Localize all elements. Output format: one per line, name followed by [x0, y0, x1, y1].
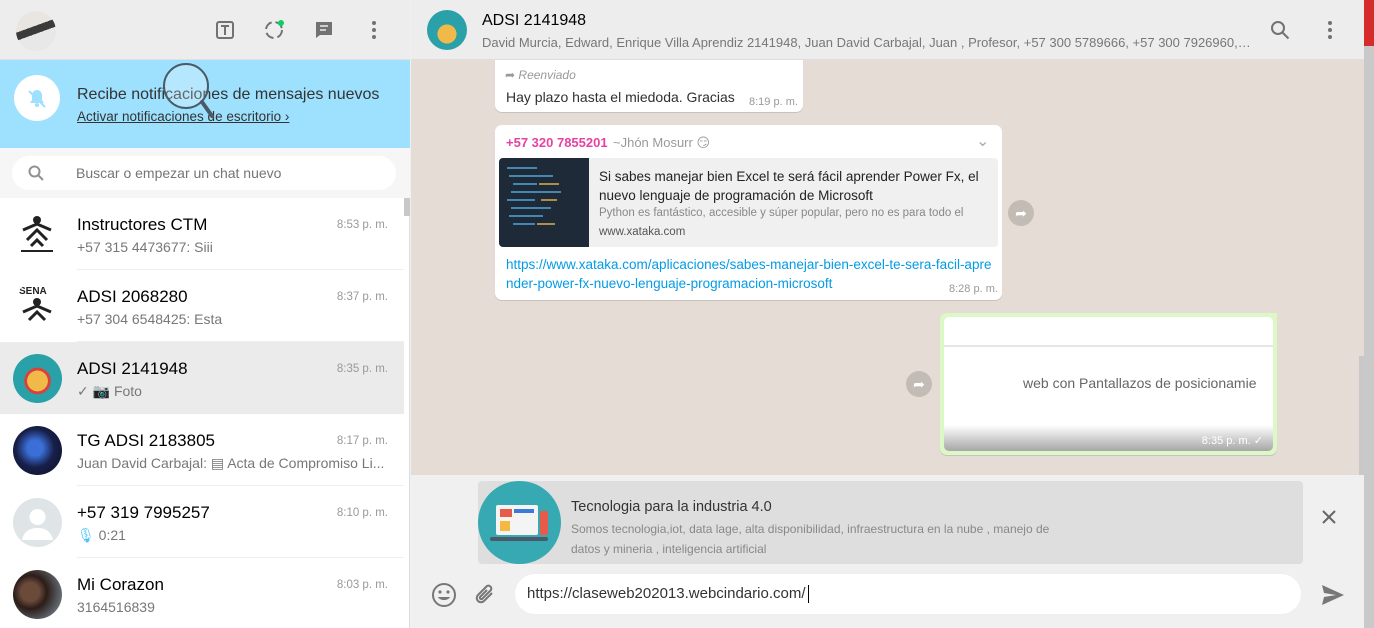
microphone-icon: 🎙 — [77, 527, 95, 543]
notification-banner: Recibe notificaciones de mensajes nuevos… — [0, 60, 410, 148]
chat-preview: +57 315 4473677: Siii — [77, 239, 213, 255]
chat-time: 8:53 p. m. — [336, 219, 388, 231]
conversation-title: ADSI 2141948 — [482, 12, 587, 29]
link-preview-thumbnail — [499, 158, 589, 247]
svg-text:SENA: SENA — [19, 286, 47, 297]
image-caption-text: web con Pantallazos de posicionamie — [1023, 375, 1257, 391]
chat-time: 8:17 p. m. — [336, 435, 388, 447]
chat-name: TG ADSI 2183805 — [77, 431, 215, 450]
sena-logo-avatar — [13, 210, 62, 259]
window-edge — [1364, 0, 1374, 628]
group-avatar — [13, 426, 62, 475]
forwarded-label: ➦ Reenviado — [505, 68, 576, 82]
sidebar: Recibe notificaciones de mensajes nuevos… — [0, 0, 410, 628]
search-bar — [0, 148, 410, 198]
conversation-panel: ADSI 2141948 David Murcia, Edward, Enriq… — [411, 0, 1364, 628]
menu-icon[interactable] — [362, 18, 386, 42]
chat-preview: 🎙 0:21 — [77, 527, 126, 543]
check-icon: ✓ — [1253, 435, 1263, 447]
chat-list: Instructores CTM 8:53 p. m. +57 315 4473… — [0, 198, 404, 628]
message-bubble[interactable]: +57 320 7855201 ~Jhón Mosurr 😏 ⌄ Si sabe… — [495, 125, 1002, 300]
chat-item-instructores-ctm[interactable]: Instructores CTM 8:53 p. m. +57 315 4473… — [0, 198, 404, 270]
sena-logo-avatar: SENA — [13, 282, 62, 331]
group-avatar — [13, 354, 62, 403]
search-messages-icon[interactable] — [1268, 18, 1292, 42]
chevron-right-icon: › — [284, 109, 290, 124]
notification-title: Recibe notificaciones de mensajes nuevos — [77, 86, 380, 103]
chat-time: 8:10 p. m. — [336, 507, 388, 519]
enable-notifications-link[interactable]: Activar notificaciones de escritorio › — [77, 109, 289, 124]
search-icon — [28, 165, 44, 181]
message-time: 8:28 p. m. — [949, 283, 998, 295]
conversation-menu-icon[interactable] — [1318, 18, 1342, 42]
chat-item-mi-corazon[interactable]: Mi Corazon 8:03 p. m. 3164516839 — [0, 558, 404, 628]
chat-name: Instructores CTM — [77, 215, 208, 234]
profile-avatar[interactable] — [16, 11, 56, 51]
message-composer: https://claseweb202013.webcindario.com/ — [411, 568, 1364, 628]
sidebar-header — [0, 0, 410, 60]
chat-item-adsi-2141948[interactable]: ADSI 2141948 8:35 p. m. ✓ 📷 Foto — [0, 342, 404, 414]
chat-name: Mi Corazon — [77, 575, 164, 594]
link-preview-description: Python es fantástico, accesible y súper … — [599, 207, 964, 219]
message-time: 8:35 p. m. ✓ — [1201, 435, 1263, 447]
chat-name: ADSI 2068280 — [77, 287, 188, 306]
chat-name: ADSI 2141948 — [77, 359, 188, 378]
emoji-icon[interactable] — [431, 582, 457, 613]
message-text: Hay plazo hasta el miedoda. Gracias — [506, 89, 735, 105]
message-bubble[interactable]: ➦ Reenviado Hay plazo hasta el miedoda. … — [495, 60, 803, 112]
chat-preview: 3164516839 — [77, 599, 155, 615]
chat-time: 8:35 p. m. — [336, 363, 388, 375]
link-preview[interactable]: Tecnologia para la industria 4.0 Somos t… — [478, 481, 1303, 564]
preview-description: Somos tecnologia,iot, data lage, alta di… — [571, 522, 1050, 556]
chat-preview: +57 304 6548425: Esta — [77, 311, 223, 327]
link-preview-composer: Tecnologia para la industria 4.0 Somos t… — [411, 475, 1364, 568]
chat-time: 8:03 p. m. — [336, 579, 388, 591]
link-preview-card[interactable]: Si sabes manejar bien Excel te será fáci… — [499, 158, 998, 247]
chat-name: +57 319 7995257 — [77, 503, 210, 522]
sidebar-scrollbar[interactable] — [404, 198, 410, 216]
conversation-members: David Murcia, Edward, Enrique Villa Apre… — [482, 35, 1252, 50]
chat-item-phone-3197995257[interactable]: +57 319 7995257 8:10 p. m. 🎙 0:21 — [0, 486, 404, 558]
send-icon[interactable] — [1321, 584, 1345, 611]
message-input[interactable]: https://claseweb202013.webcindario.com/ — [515, 574, 1301, 614]
forward-arrow-icon: ➦ — [505, 68, 516, 82]
message-time: 8:19 p. m. — [749, 96, 798, 108]
link-preview-domain: www.xataka.com — [599, 226, 686, 238]
smirk-emoji-icon: 😏 — [696, 135, 711, 150]
default-user-avatar — [13, 498, 62, 547]
group-avatar[interactable] — [427, 10, 467, 50]
preview-title: Tecnologia para la industria 4.0 — [571, 499, 772, 515]
new-chat-icon[interactable] — [312, 18, 336, 42]
chat-preview: ✓ 📷 Foto — [77, 383, 142, 399]
status-icon[interactable] — [213, 18, 237, 42]
communities-icon[interactable] — [262, 18, 286, 42]
conversation-header[interactable]: ADSI 2141948 David Murcia, Edward, Enriq… — [411, 0, 1364, 60]
contact-avatar — [13, 570, 62, 619]
preview-thumbnail — [478, 481, 561, 564]
image-attachment[interactable]: web con Pantallazos de posicionamie 8:35… — [944, 317, 1273, 451]
attach-icon[interactable] — [473, 582, 497, 613]
link-preview-title: Si sabes manejar bien Excel te será fáci… — [599, 169, 979, 203]
sender-phone[interactable]: +57 320 7855201 — [506, 135, 608, 150]
search-box[interactable] — [12, 156, 396, 190]
chat-time: 8:37 p. m. — [336, 291, 388, 303]
search-input[interactable] — [76, 165, 376, 181]
message-link[interactable]: https://www.xataka.com/aplicaciones/sabe… — [506, 255, 996, 293]
chat-item-tg-adsi-2183805[interactable]: TG ADSI 2183805 8:17 p. m. Juan David Ca… — [0, 414, 404, 486]
close-preview-icon[interactable] — [1322, 510, 1336, 529]
chat-preview: Juan David Carbajal: ▤ Acta de Compromis… — [77, 455, 385, 471]
forward-icon[interactable]: ➦ — [1008, 200, 1034, 226]
message-list: ➦ Reenviado Hay plazo hasta el miedoda. … — [411, 60, 1364, 475]
forward-icon[interactable]: ➦ — [906, 371, 932, 397]
sender-name: ~Jhón Mosurr 😏 — [613, 135, 711, 150]
chevron-down-icon[interactable]: ⌄ — [976, 131, 989, 151]
image-message-bubble[interactable]: web con Pantallazos de posicionamie 8:35… — [940, 313, 1277, 455]
check-icon: ✓ — [77, 383, 89, 399]
chat-item-adsi-2068280[interactable]: SENA ADSI 2068280 8:37 p. m. +57 304 654… — [0, 270, 404, 342]
camera-icon: 📷 — [92, 383, 111, 399]
notifications-off-icon — [14, 75, 60, 121]
